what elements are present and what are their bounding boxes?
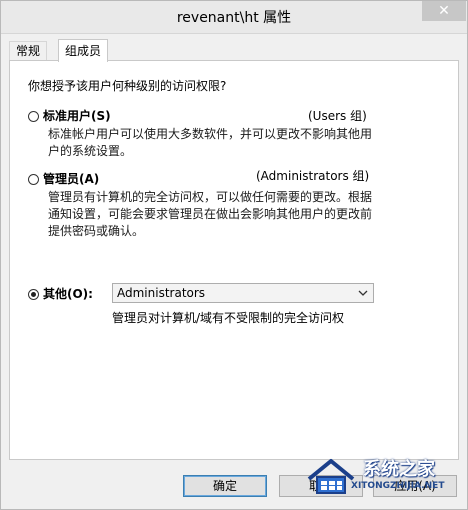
watermark: 系统之家 XITONGZHIJIA.NET	[305, 453, 465, 501]
users-group-label: (Users 组)	[308, 109, 367, 123]
group-select-value: Administrators	[117, 286, 206, 300]
properties-dialog: revenant\ht 属性 ✕ 常规 组成员 你想授予该用户何种级别的访问权限…	[0, 0, 468, 510]
tab-panel: 你想授予该用户何种级别的访问权限? 标准用户(S) (Users 组) 标准帐户…	[9, 60, 459, 460]
administrator-radio[interactable]	[28, 174, 39, 185]
standard-user-label[interactable]: 标准用户(S)	[43, 109, 111, 123]
administrator-description-line: 通知设置，可能会要求管理员在做出会影响其他用户的更改前	[48, 207, 373, 221]
access-level-question: 你想授予该用户何种级别的访问权限?	[28, 79, 227, 93]
other-description: 管理员对计算机/域有不受限制的完全访问权	[112, 311, 345, 325]
administrator-description-line: 提供密码或确认。	[48, 224, 145, 238]
other-radio[interactable]	[28, 289, 39, 300]
window-title: revenant\ht 属性	[176, 10, 292, 26]
watermark-text: 系统之家	[363, 459, 435, 480]
watermark-url: XITONGZHIJIA.NET	[351, 481, 445, 491]
standard-user-option[interactable]: 标准用户(S)	[28, 106, 111, 126]
other-option[interactable]: 其他(O):	[28, 284, 93, 304]
tab-member-of[interactable]: 组成员	[58, 39, 109, 62]
standard-user-radio[interactable]	[28, 111, 39, 122]
administrator-description: 管理员有计算机的完全访问权，可以做任何需要的更改。根据 通知设置，可能会要求管理…	[48, 189, 372, 240]
close-button[interactable]: ✕	[422, 1, 466, 21]
title-bar: revenant\ht 属性 ✕	[1, 1, 467, 34]
administrator-option[interactable]: 管理员(A)	[28, 169, 99, 189]
standard-user-description: 标准帐户用户可以使用大多数软件，并可以更改不影响其他用 户的系统设置。	[48, 126, 372, 160]
standard-user-description-line: 标准帐户用户可以使用大多数软件，并可以更改不影响其他用	[48, 127, 373, 141]
administrator-label[interactable]: 管理员(A)	[43, 172, 99, 186]
other-label[interactable]: 其他(O):	[43, 287, 93, 301]
group-select[interactable]: Administrators	[112, 283, 374, 303]
tab-general[interactable]: 常规	[9, 41, 48, 61]
chevron-down-icon[interactable]	[356, 286, 370, 300]
ok-button[interactable]: 确定	[183, 475, 267, 497]
administrators-group-label: (Administrators 组)	[256, 169, 370, 183]
standard-user-description-line: 户的系统设置。	[48, 144, 133, 158]
administrator-description-line: 管理员有计算机的完全访问权，可以做任何需要的更改。根据	[48, 190, 373, 204]
